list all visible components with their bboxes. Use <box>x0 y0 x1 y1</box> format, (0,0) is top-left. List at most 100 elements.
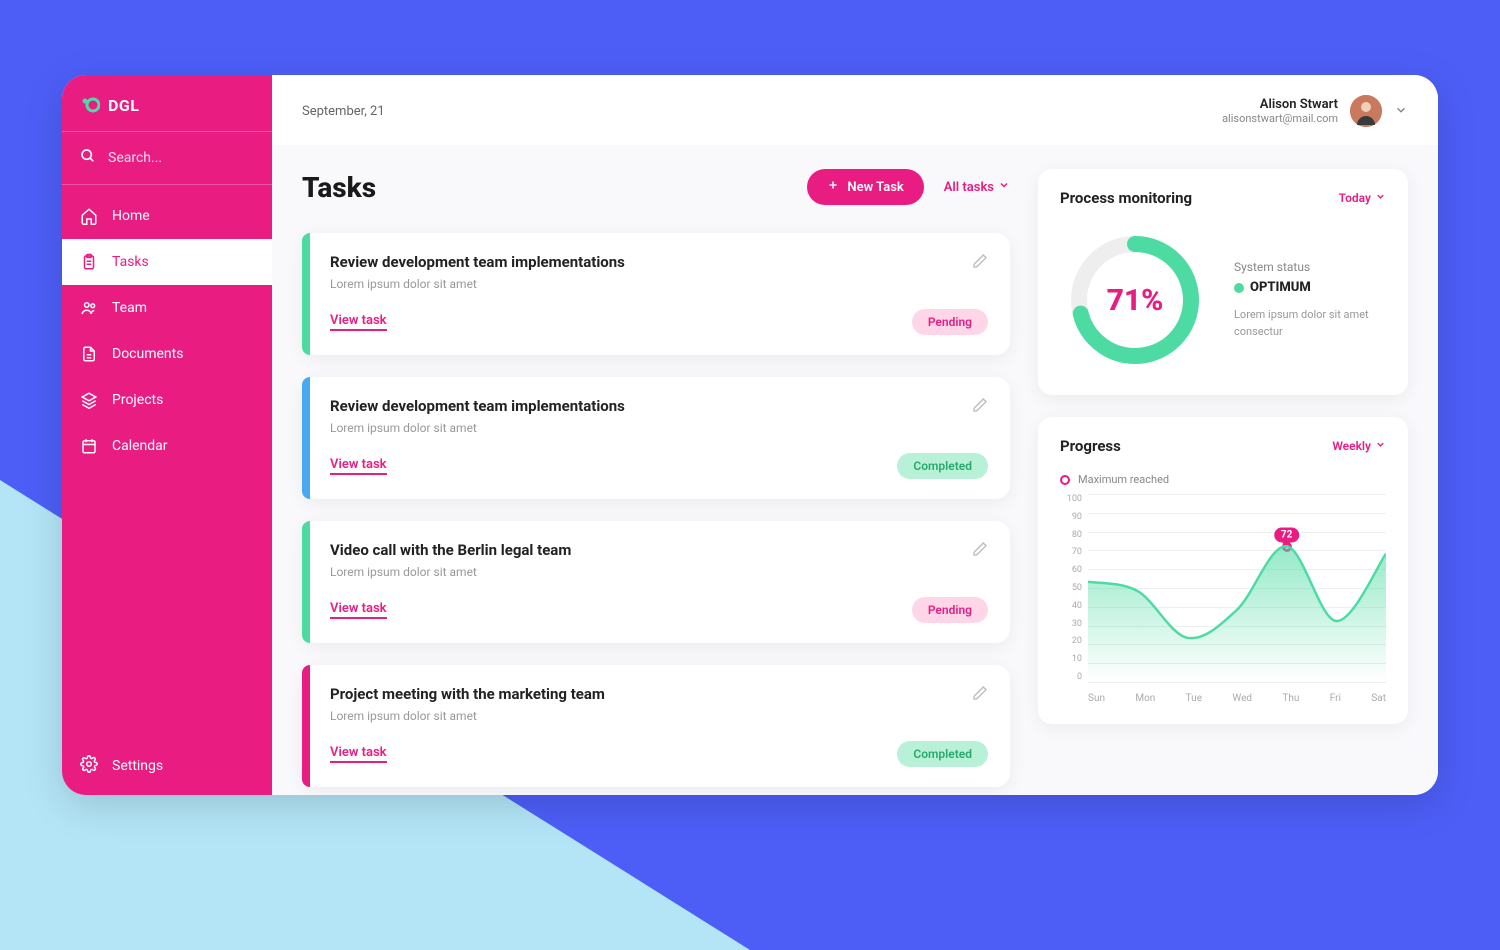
plus-icon <box>827 179 839 195</box>
user-name: Alison Stwart <box>1222 97 1338 112</box>
nav-label: Calendar <box>112 438 168 454</box>
filter-label: Weekly <box>1332 439 1371 453</box>
clipboard-icon <box>80 253 98 271</box>
search-icon <box>80 148 96 168</box>
search-row <box>62 132 272 185</box>
panel-title: Process monitoring <box>1060 189 1192 207</box>
donut-chart: 71% <box>1060 225 1210 375</box>
search-input[interactable] <box>108 150 254 166</box>
nav-item-documents[interactable]: Documents <box>62 331 272 377</box>
task-title: Project meeting with the marketing team <box>330 685 605 703</box>
avatar <box>1350 95 1382 127</box>
task-card: Review development team implementations L… <box>302 377 1010 499</box>
topbar-date: September, 21 <box>302 104 385 119</box>
panel-title: Progress <box>1060 437 1121 455</box>
progress-chart: 1009080706050403020100 72 SunMonTueWedTh… <box>1060 494 1386 704</box>
task-subtitle: Lorem ipsum dolor sit amet <box>330 421 625 435</box>
progress-panel: Progress Weekly Maximum reached 10090807… <box>1038 417 1408 724</box>
status-badge: Pending <box>912 597 988 623</box>
task-subtitle: Lorem ipsum dolor sit amet <box>330 565 571 579</box>
layers-icon <box>80 391 98 409</box>
nav-item-home[interactable]: Home <box>62 193 272 239</box>
filter-label: All tasks <box>944 180 994 195</box>
status-block: System status OPTIMUM Lorem ipsum dolor … <box>1234 260 1386 340</box>
topbar: September, 21 Alison Stwart alisonstwart… <box>272 75 1438 145</box>
status-description: Lorem ipsum dolor sit amet consectur <box>1234 307 1386 340</box>
side-column: Process monitoring Today 71% System stat… <box>1038 169 1408 765</box>
status-indicator-icon <box>1234 283 1244 293</box>
nav-label: Tasks <box>112 254 149 270</box>
nav-label: Settings <box>112 758 163 774</box>
task-subtitle: Lorem ipsum dolor sit amet <box>330 709 605 723</box>
tasks-list: Review development team implementations L… <box>302 233 1010 787</box>
view-task-link[interactable]: View task <box>330 313 387 331</box>
sidebar: DGL Home Tasks Team Documents <box>62 75 272 795</box>
view-task-link[interactable]: View task <box>330 745 387 763</box>
chart-legend: Maximum reached <box>1060 473 1386 486</box>
chevron-down-icon <box>998 179 1010 195</box>
brand-row: DGL <box>62 75 272 132</box>
brand-name: DGL <box>108 96 139 115</box>
task-card: Project meeting with the marketing team L… <box>302 665 1010 787</box>
nav-item-team[interactable]: Team <box>62 285 272 331</box>
status-badge: Completed <box>897 453 988 479</box>
team-icon <box>80 299 98 317</box>
tasks-header: Tasks New Task All tasks <box>302 169 1010 205</box>
page-title: Tasks <box>302 171 376 204</box>
status-label: System status <box>1234 260 1386 274</box>
nav-item-calendar[interactable]: Calendar <box>62 423 272 469</box>
task-stripe <box>302 377 310 499</box>
user-email: alisonstwart@mail.com <box>1222 112 1338 125</box>
nav: Home Tasks Team Documents Projects Calen… <box>62 185 272 737</box>
task-subtitle: Lorem ipsum dolor sit amet <box>330 277 625 291</box>
task-title: Review development team implementations <box>330 253 625 271</box>
view-task-link[interactable]: View task <box>330 457 387 475</box>
process-panel: Process monitoring Today 71% System stat… <box>1038 169 1408 395</box>
filter-label: Today <box>1339 191 1371 205</box>
edit-icon[interactable] <box>972 397 988 417</box>
main-area: September, 21 Alison Stwart alisonstwart… <box>272 75 1438 795</box>
view-task-link[interactable]: View task <box>330 601 387 619</box>
user-block[interactable]: Alison Stwart alisonstwart@mail.com <box>1222 95 1408 127</box>
home-icon <box>80 207 98 225</box>
calendar-icon <box>80 437 98 455</box>
document-icon <box>80 345 98 363</box>
chevron-down-icon <box>1375 439 1386 453</box>
user-text: Alison Stwart alisonstwart@mail.com <box>1222 97 1338 125</box>
task-title: Review development team implementations <box>330 397 625 415</box>
tasks-filter[interactable]: All tasks <box>944 179 1010 195</box>
task-stripe <box>302 521 310 643</box>
nav-label: Projects <box>112 392 163 408</box>
chevron-down-icon <box>1375 191 1386 205</box>
progress-filter[interactable]: Weekly <box>1332 439 1386 453</box>
task-title: Video call with the Berlin legal team <box>330 541 571 559</box>
edit-icon[interactable] <box>972 685 988 705</box>
donut-value: 71% <box>1060 225 1210 375</box>
nav-item-settings[interactable]: Settings <box>62 737 272 795</box>
task-card: Video call with the Berlin legal team Lor… <box>302 521 1010 643</box>
tasks-column: Tasks New Task All tasks Review developm… <box>302 169 1010 765</box>
brand-logo-icon <box>80 95 100 115</box>
chevron-down-icon <box>1394 102 1408 121</box>
nav-label: Home <box>112 208 150 224</box>
new-task-button[interactable]: New Task <box>807 169 923 205</box>
gear-icon <box>80 755 98 777</box>
edit-icon[interactable] <box>972 541 988 561</box>
status-value: OPTIMUM <box>1250 280 1311 295</box>
task-stripe <box>302 665 310 787</box>
task-stripe <box>302 233 310 355</box>
process-filter[interactable]: Today <box>1339 191 1386 205</box>
nav-item-tasks[interactable]: Tasks <box>62 239 272 285</box>
new-task-label: New Task <box>847 180 903 195</box>
nav-label: Documents <box>112 346 183 362</box>
legend-marker-icon <box>1060 475 1070 485</box>
legend-label: Maximum reached <box>1078 473 1169 486</box>
status-badge: Completed <box>897 741 988 767</box>
status-badge: Pending <box>912 309 988 335</box>
nav-item-projects[interactable]: Projects <box>62 377 272 423</box>
task-card: Review development team implementations L… <box>302 233 1010 355</box>
content: Tasks New Task All tasks Review developm… <box>272 145 1438 795</box>
app-window: DGL Home Tasks Team Documents <box>62 75 1438 795</box>
nav-label: Team <box>112 300 147 316</box>
edit-icon[interactable] <box>972 253 988 273</box>
